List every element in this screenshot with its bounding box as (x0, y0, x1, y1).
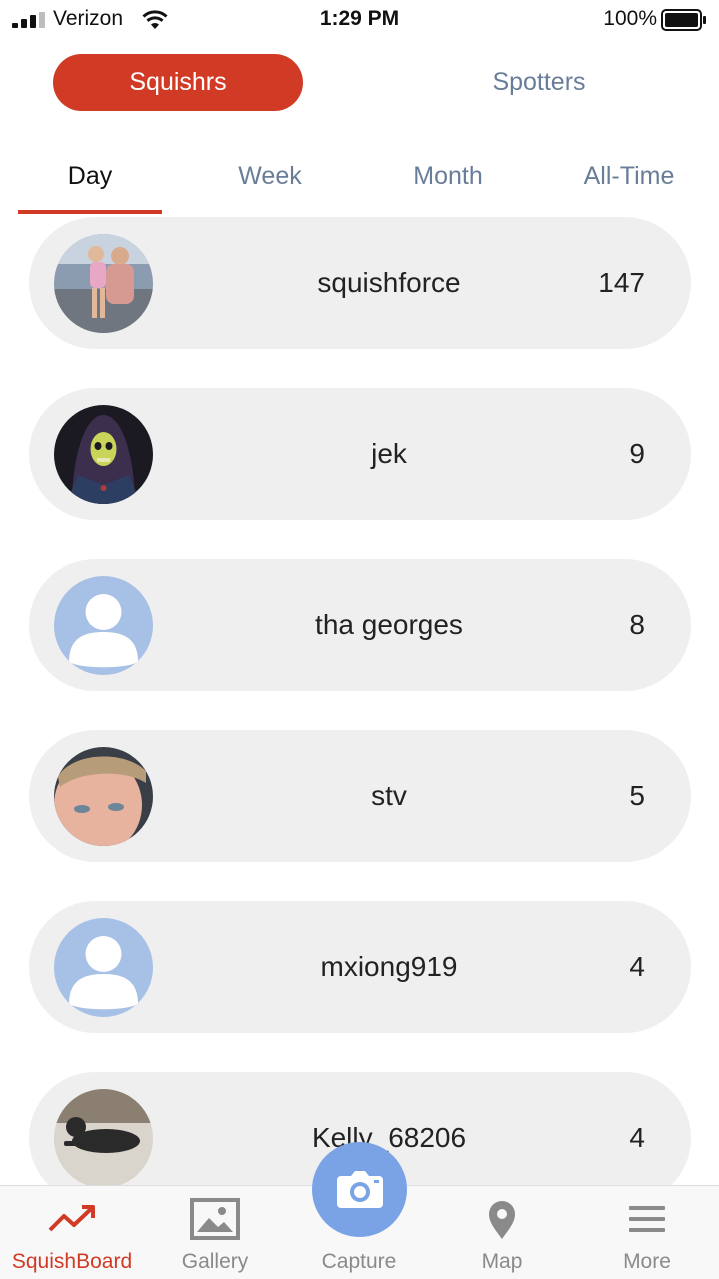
face-photo-avatar (54, 747, 153, 846)
row-username: tha georges (315, 609, 463, 640)
tab-week[interactable]: Week (198, 150, 342, 202)
row-username: stv (371, 780, 407, 811)
camera-icon (336, 1170, 383, 1208)
leaderboard-row[interactable]: mxiong919 4 (29, 901, 691, 1033)
segment-squishrs[interactable]: Squishrs (53, 54, 303, 111)
status-bar: Verizon 1:29 PM 100% (0, 0, 719, 40)
row-score: 5 (629, 780, 645, 811)
tab-map[interactable]: Map (432, 1186, 572, 1279)
tab-squishboard-label: SquishBoard (11, 1250, 133, 1273)
row-username: mxiong919 (320, 951, 458, 982)
leaderboard-row[interactable]: jek 9 (29, 388, 691, 520)
row-username: squishforce (317, 267, 461, 298)
row-username: jek (371, 438, 407, 469)
tab-map-label: Map (481, 1250, 523, 1273)
period-tabs: Day Week Month All-Time (18, 150, 719, 216)
image-icon (190, 1198, 240, 1240)
leaderboard-list[interactable]: squishforce 147 jek 9 tha georges 8 stv … (0, 216, 719, 1185)
row-score: 4 (629, 951, 645, 982)
tab-more[interactable]: More (577, 1186, 717, 1279)
battery-percent: 100% (603, 7, 657, 30)
trending-up-icon (48, 1205, 95, 1232)
photo-family-avatar (54, 234, 153, 333)
row-score: 4 (629, 1122, 645, 1153)
capture-button[interactable] (312, 1142, 407, 1237)
dog-photo-avatar (54, 1089, 153, 1185)
tab-all-time[interactable]: All-Time (556, 150, 702, 202)
tab-gallery[interactable]: Gallery (145, 1186, 285, 1279)
tab-capture-label: Capture (321, 1250, 397, 1273)
segment-spotters[interactable]: Spotters (414, 54, 664, 111)
battery-icon (661, 9, 706, 31)
segment-squishrs-label: Squishrs (129, 68, 227, 96)
menu-icon (629, 1206, 665, 1232)
tab-gallery-label: Gallery (181, 1250, 249, 1273)
leaderboard-row[interactable]: squishforce 147 (29, 217, 691, 349)
tab-squishboard[interactable]: SquishBoard (2, 1186, 142, 1279)
row-score: 9 (629, 438, 645, 469)
leaderboard-row[interactable]: tha georges 8 (29, 559, 691, 691)
segment-spotters-label: Spotters (492, 68, 586, 96)
map-pin-icon (489, 1201, 515, 1239)
active-tab-indicator (18, 210, 162, 214)
row-score: 8 (629, 609, 645, 640)
row-score: 147 (598, 267, 645, 298)
default-user-avatar (54, 918, 153, 1017)
tab-month[interactable]: Month (376, 150, 520, 202)
tab-more-label: More (623, 1250, 671, 1273)
leaderboard-row[interactable]: stv 5 (29, 730, 691, 862)
skeletor-avatar (54, 405, 153, 504)
default-user-avatar (54, 576, 153, 675)
tab-day[interactable]: Day (18, 150, 162, 202)
